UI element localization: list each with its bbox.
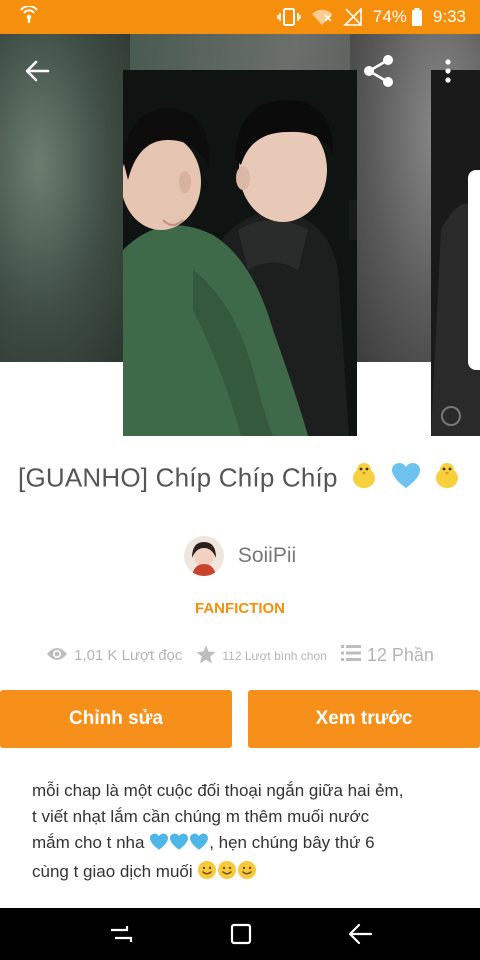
reads-count: 1,01 K Lượt đọc — [74, 647, 183, 664]
system-nav-bar — [0, 908, 480, 960]
parts-stat: 12 Phần — [340, 644, 434, 667]
status-bar: 74% 9:33 — [0, 0, 480, 34]
votes-stat: 112 Lượt bình chọn — [196, 644, 327, 667]
votes-count: 112 Lượt bình chọn — [222, 648, 327, 663]
eye-icon — [46, 646, 68, 666]
description-line: t viết nhạt lắm cần chúng m thêm muối nư… — [32, 807, 370, 826]
preview-button[interactable]: Xem trước — [248, 690, 480, 748]
blue-heart-emoji — [149, 833, 169, 859]
battery-icon — [411, 8, 423, 26]
star-icon — [196, 644, 216, 667]
blue-heart-emoji — [391, 462, 421, 497]
smile-emoji — [217, 860, 237, 888]
back-icon[interactable] — [344, 920, 376, 948]
share-icon[interactable] — [360, 52, 398, 90]
smile-emoji — [197, 860, 217, 888]
story-description: mỗi chap là một cuộc đối thoại ngắn giữa… — [32, 778, 452, 888]
avatar[interactable] — [183, 536, 224, 576]
parts-count: 12 Phần — [366, 645, 434, 665]
battery-percent: 74% — [372, 7, 407, 26]
blue-heart-emoji — [189, 833, 209, 859]
clock: 9:33 — [432, 7, 466, 26]
chick-emoji — [349, 462, 379, 497]
chick-emoji — [432, 462, 462, 497]
vibrate-icon — [277, 8, 301, 26]
back-arrow-icon[interactable] — [20, 54, 54, 88]
recent-apps-icon[interactable] — [106, 920, 136, 948]
list-icon — [340, 644, 361, 667]
home-icon[interactable] — [226, 920, 256, 948]
smile-emoji — [237, 860, 257, 888]
description-line: cùng t giao dịch muối — [32, 859, 452, 888]
story-stats: 1,01 K Lượt đọc 112 Lượt bình chọn 12 Ph… — [0, 644, 480, 667]
cover-image[interactable] — [123, 70, 357, 436]
story-title: [GUANHO] Chíp Chíp Chíp — [0, 462, 480, 497]
description-line: mỗi chap là một cuộc đối thoại ngắn giữa… — [32, 781, 404, 800]
reads-stat: 1,01 K Lượt đọc — [46, 646, 182, 666]
wifi-icon — [311, 8, 333, 26]
description-line: mắm cho t nha , hẹn chúng bây thứ 6 — [32, 830, 452, 859]
category-label[interactable]: FANFICTION — [0, 600, 480, 617]
story-title-text: [GUANHO] Chíp Chíp Chíp — [18, 462, 338, 493]
next-cover-image[interactable] — [431, 70, 480, 436]
action-buttons: Chỉnh sửa Xem trước — [0, 690, 480, 748]
author-name[interactable]: SoiiPii — [238, 544, 296, 568]
wifi-calling-icon — [18, 4, 40, 29]
top-toolbar — [0, 34, 480, 106]
blue-heart-emoji — [169, 833, 189, 859]
no-signal-icon — [342, 8, 363, 26]
more-vert-icon[interactable] — [436, 54, 460, 88]
author-row[interactable]: SoiiPii — [0, 536, 480, 576]
edit-button[interactable]: Chỉnh sửa — [0, 690, 232, 748]
